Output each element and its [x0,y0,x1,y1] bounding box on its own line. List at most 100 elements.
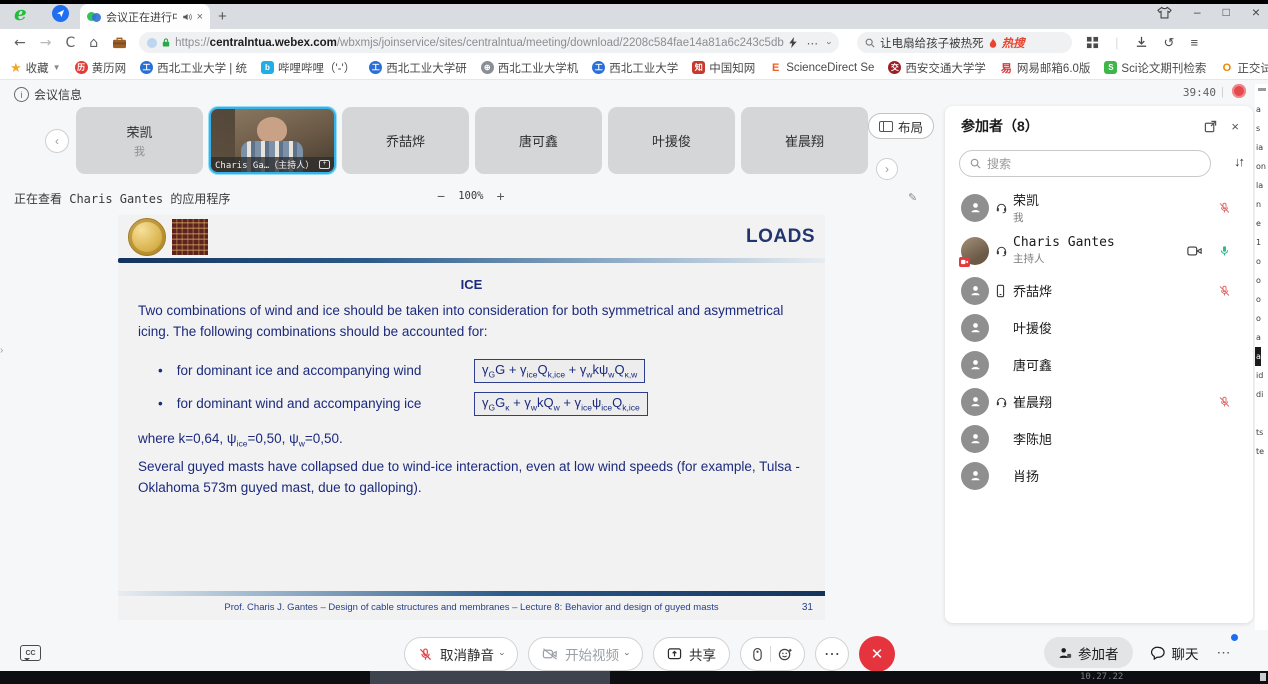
participants-toggle-button[interactable]: 参加者 [1044,637,1133,668]
annotate-pen-icon[interactable]: ✎ [908,191,917,204]
favorites-button[interactable]: ★ 收藏 ▼ [10,60,61,76]
toolbox-icon[interactable] [112,36,127,49]
bookmark-favicon: 工 [140,61,153,74]
participant-role: 主持人 [1013,251,1187,266]
edge-text-fragment: la [1255,176,1263,195]
strip-scroll-right-button[interactable]: › [876,158,898,180]
recording-indicator-icon[interactable] [1232,84,1246,98]
layout-button[interactable]: 布局 [868,113,934,139]
menu-icon[interactable]: ≡ [1190,35,1198,50]
video-tile[interactable]: 乔喆烨 [342,107,469,174]
hot-search-query: 让电扇给孩子被热死 [880,35,984,51]
refresh-icon[interactable]: C [65,35,75,51]
sort-participants-icon[interactable]: ↓↑ [1234,154,1243,169]
camera-icon[interactable] [1187,245,1202,257]
share-button[interactable]: 共享 [653,637,730,671]
unmute-options-icon[interactable]: › [498,653,508,656]
search-box[interactable]: 让电扇给孩子被热死 热搜 [857,32,1072,53]
bookmark-item[interactable]: 知中国知网 [692,60,755,76]
bookmark-item[interactable]: 交西安交通大学学 [888,60,986,76]
bookmark-item[interactable]: O正交试验设计_36 [1220,60,1268,76]
back-icon[interactable]: ← [14,35,26,51]
flame-icon [989,38,997,48]
participant-row[interactable]: 唐可鑫 [953,346,1245,383]
bookmark-label: 中国知网 [709,60,755,76]
participant-row[interactable]: Charis Gantes主持人 [953,229,1245,272]
bookmark-item[interactable]: 工西北工业大学 [592,60,678,76]
browser-tab[interactable]: 会议正在进行中… × [80,4,210,29]
bookmark-item[interactable]: S Sci论文期刊检索 [1104,60,1206,76]
participant-row[interactable]: 崔晨翔 [953,383,1245,420]
recorder-icon[interactable] [752,647,763,662]
taskbar-endcap [1260,673,1266,681]
lightning-icon[interactable] [789,37,797,48]
panel-close-icon[interactable]: × [1231,119,1239,134]
pin-video-icon[interactable]: + [319,160,330,169]
quick-access-icon[interactable] [52,5,69,22]
video-tile[interactable]: 叶援俊 [608,107,735,174]
left-edge-handle-icon[interactable]: › [0,345,3,356]
bookmark-item[interactable]: ⊕西北工业大学机 [481,60,579,76]
zoom-in-button[interactable]: + [496,188,504,204]
undo-icon[interactable]: ↺ [1164,35,1175,51]
bookmark-item[interactable]: 易网易邮箱6.0版 [1000,60,1091,76]
minimize-button[interactable]: – [1194,5,1201,19]
slide-header-divider [118,258,825,263]
theme-tshirt-icon[interactable] [1157,6,1172,19]
favorites-caret-icon: ▼ [53,63,61,72]
bookmark-label: Sci论文期刊检索 [1121,60,1206,76]
meeting-info-button[interactable]: i 会议信息 [14,86,82,103]
info-icon: i [14,87,29,102]
video-tile[interactable]: 荣凯我 [76,107,203,174]
bookmark-favicon: S [1104,61,1117,74]
person-icon [968,431,983,446]
zoom-level[interactable]: 100% [458,190,483,202]
video-tile[interactable]: 唐可鑫 [475,107,602,174]
video-tile[interactable]: 崔晨翔 [741,107,868,174]
bookmark-item[interactable]: EScienceDirect Se [769,61,874,74]
bullet-text: for dominant ice and accompanying wind [158,363,421,378]
unmute-button[interactable]: 取消静音 › [404,637,518,671]
bookmark-item[interactable]: 工西北工业大学 | 统 [140,60,247,76]
bookmarks-bar: ★ 收藏 ▼ 历黄历网工西北工业大学 | 统 b哔哩哔哩（'-'） 工西北工业大学研… [0,56,1268,80]
participant-search-input[interactable]: 搜索 [959,150,1211,177]
bookmark-item[interactable]: 历黄历网 [75,60,127,76]
site-info-icon[interactable] [147,38,157,48]
url-dropdown-icon[interactable]: › [825,41,835,44]
participant-row[interactable]: 李陈旭 [953,420,1245,457]
participant-row[interactable]: 肖扬 [953,457,1245,494]
participant-row[interactable]: 乔喆烨 [953,272,1245,309]
more-options-button[interactable]: ⋯ [815,637,849,671]
strip-scroll-left-button[interactable]: ‹ [45,129,69,153]
home-icon[interactable]: ⌂ [89,35,98,51]
more-panels-button[interactable]: ⋯ [1217,644,1232,661]
bookmark-item[interactable]: 工西北工业大学研 [369,60,467,76]
zoom-out-button[interactable]: − [437,188,445,204]
video-options-icon[interactable]: › [623,653,633,656]
maximize-button[interactable]: □ [1223,5,1230,19]
slide-heading: ICE [118,277,825,292]
forward-icon[interactable]: → [40,35,52,51]
bookmark-favicon: 知 [692,61,705,74]
tab-close-icon[interactable]: × [197,11,203,23]
new-tab-button[interactable]: + [218,8,227,25]
closed-captions-icon[interactable]: CC [20,645,41,661]
meeting-timer: 39:40 [1183,86,1216,99]
participant-row[interactable]: 叶援俊 [953,309,1245,346]
download-icon[interactable] [1135,36,1148,49]
video-tile[interactable]: Charis Ga…（主持人）+ [209,107,336,174]
apps-grid-icon[interactable] [1086,36,1099,49]
url-more-icon[interactable]: ⋯ [807,36,819,50]
chat-toggle-button[interactable]: 聊天 [1151,643,1199,663]
tab-audio-icon[interactable] [182,12,192,22]
edge-text-fragment: id [1255,366,1263,385]
leave-meeting-button[interactable]: ✕ [859,636,895,672]
recorder-reactions-group [740,637,805,671]
participant-row[interactable]: 荣凯我 [953,186,1245,229]
popout-icon[interactable] [1204,120,1217,133]
url-field[interactable]: https://centralntua.webex.com/wbxmjs/joi… [139,32,839,53]
reactions-smiley-icon[interactable] [778,647,793,662]
bookmark-item[interactable]: b哔哩哔哩（'-'） [261,60,355,76]
close-button[interactable]: × [1252,4,1260,20]
start-video-button[interactable]: 开始视频 › [528,637,643,671]
